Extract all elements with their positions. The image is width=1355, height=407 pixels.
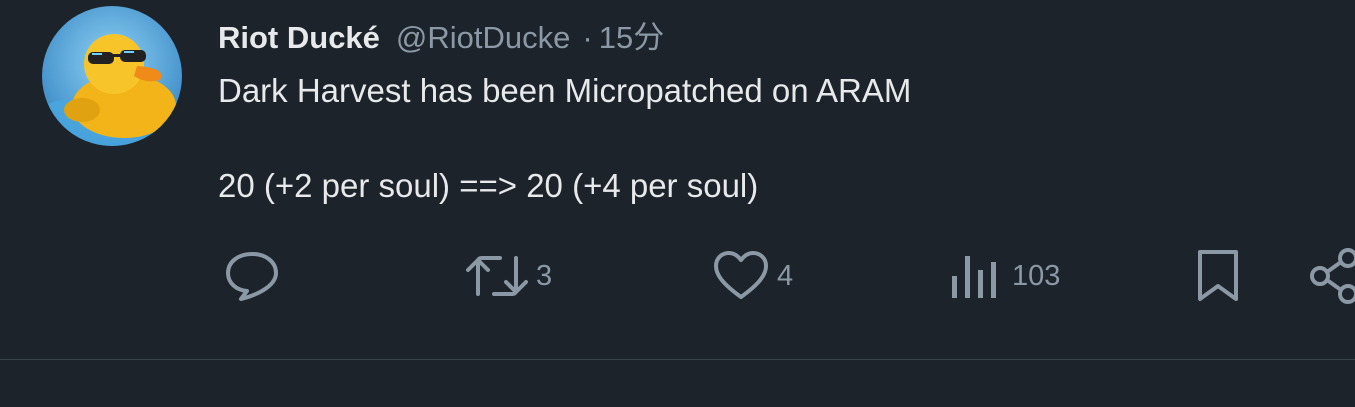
like-count: 4 [777,259,794,292]
next-tweet-area [0,360,1355,407]
retweet-button[interactable]: 3 [466,250,552,302]
reply-button[interactable] [224,250,280,302]
analytics-icon [952,256,996,298]
tweet-text-line: Dark Harvest has been Micropatched on AR… [218,72,912,109]
tweet-timestamp[interactable]: 15分 [599,12,664,57]
like-button[interactable]: 4 [713,250,793,302]
tweet-text-line: 20 (+2 per soul) ==> 20 (+4 per soul) [218,167,759,204]
views-count: 103 [1012,259,1061,292]
heart-icon [714,251,768,299]
duck-avatar-image [42,6,182,146]
tweet[interactable]: Riot Ducké @RiotDucke · 15分 Dark Harvest… [0,0,1355,360]
reply-icon [226,252,278,301]
bookmark-button[interactable] [1194,250,1242,302]
bookmark-icon [1198,250,1238,301]
share-icon [1310,248,1355,304]
retweet-count: 3 [536,259,553,292]
share-button[interactable] [1306,248,1355,304]
display-name[interactable]: Riot Ducké [218,20,380,56]
separator-dot: · [582,20,593,55]
retweet-icon [466,256,528,296]
user-handle[interactable]: @RiotDucke [396,20,570,56]
views-button[interactable]: 103 [950,250,1060,302]
tweet-header: Riot Ducké @RiotDucke · 15分 [218,12,664,55]
avatar[interactable] [42,6,182,146]
